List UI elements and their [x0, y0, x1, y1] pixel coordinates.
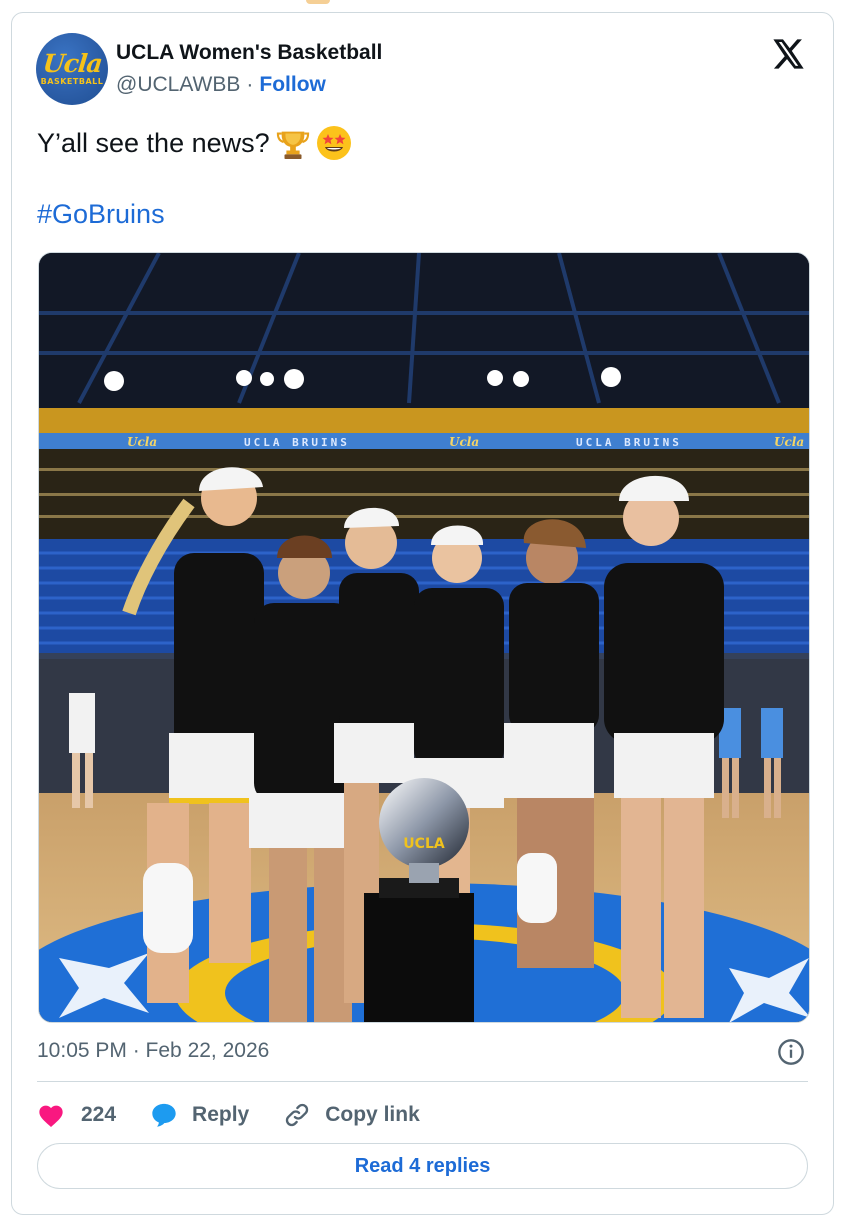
avatar[interactable]: Ucla BASKETBALL — [36, 33, 108, 105]
tweet-text-content: Y’all see the news? — [37, 127, 270, 158]
info-icon[interactable] — [777, 1038, 805, 1066]
copy-link-label: Copy link — [325, 1103, 420, 1126]
x-logo-icon[interactable] — [773, 39, 805, 69]
tweet-timestamp[interactable]: 10:05 PM · Feb 22, 2026 — [37, 1039, 269, 1063]
tweet-photo[interactable]: Ucla Ucla Ucla UCLA BRUINS UCLA BRUINS U… — [38, 252, 810, 1023]
author-handle[interactable]: @UCLAWBB — [116, 73, 240, 96]
follow-button[interactable]: Follow — [259, 73, 326, 96]
tweet-text: Y’all see the news? — [37, 125, 352, 161]
like-count: 224 — [81, 1103, 117, 1126]
top-decoration — [306, 0, 330, 4]
banner-text-2: UCLA BRUINS — [244, 436, 350, 449]
reply-label: Reply — [192, 1103, 250, 1126]
reply-button[interactable]: Reply — [150, 1101, 249, 1129]
like-button[interactable]: 224 — [37, 1102, 116, 1128]
star-struck-emoji-icon — [316, 126, 351, 160]
banner-text-1: Ucla — [127, 435, 157, 449]
avatar-logo-subtext: BASKETBALL — [40, 77, 104, 86]
divider — [37, 1081, 808, 1082]
trophy-emoji-icon — [276, 131, 309, 160]
trophy: UCLA — [364, 778, 474, 1022]
author-name[interactable]: UCLA Women's Basketball — [116, 41, 382, 65]
link-icon — [286, 1103, 309, 1127]
trophy-label: UCLA — [403, 836, 445, 852]
separator: · — [246, 73, 254, 96]
banner-text-3: Ucla — [449, 435, 479, 449]
banner-text-4: UCLA BRUINS — [576, 436, 682, 449]
avatar-logo-text: Ucla — [41, 49, 103, 78]
banner-text-5: Ucla — [774, 435, 804, 449]
read-replies-button[interactable]: Read 4 replies — [37, 1143, 808, 1189]
team-celebration-photo: Ucla Ucla Ucla UCLA BRUINS UCLA BRUINS U… — [39, 253, 809, 1022]
heart-icon — [39, 1105, 63, 1128]
reply-bubble-icon — [152, 1103, 176, 1127]
tweet-card: Ucla BASKETBALL UCLA Women's Basketball … — [11, 12, 834, 1215]
copy-link-button[interactable]: Copy link — [283, 1101, 420, 1129]
hashtag-link[interactable]: #GoBruins — [37, 199, 165, 230]
author-handle-row: @UCLAWBB · Follow — [116, 73, 326, 97]
action-bar: 224 Reply Copy link — [37, 1097, 454, 1133]
